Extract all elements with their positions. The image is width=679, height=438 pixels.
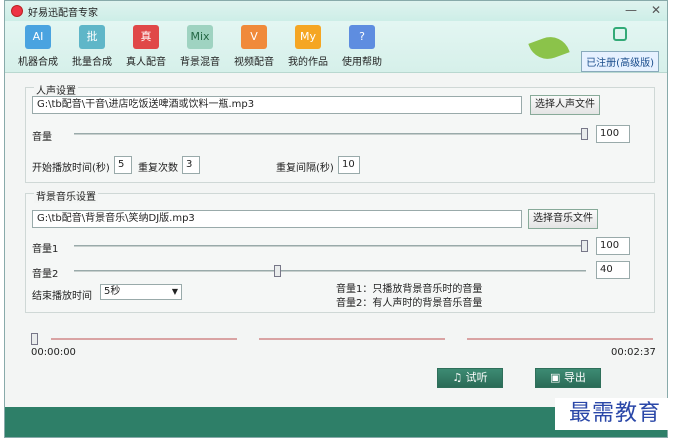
preview-label: 试听	[465, 371, 488, 384]
voice-file-path[interactable]: G:\tb配音\干音\进店吃饭送啤酒或饮料一瓶.mp3	[32, 96, 522, 114]
repeat-count-input[interactable]: 3	[182, 156, 200, 174]
bgm-volume2-label: 音量2	[32, 269, 59, 280]
tool-label: 机器合成	[18, 57, 58, 68]
timeline-segment	[467, 338, 653, 340]
main-toolbar: AI 机器合成 批 批量合成 真 真人配音 Mix 背景混音 V 视频配音 My…	[5, 21, 667, 73]
start-time-input[interactable]: 5	[114, 156, 132, 174]
mix-icon: Mix	[187, 25, 213, 49]
tool-label: 我的作品	[288, 57, 328, 68]
close-icon[interactable]: ✕	[651, 3, 661, 17]
title-bar: 好易迅配音专家 — ✕	[5, 1, 667, 21]
tool-batch-synthesis[interactable]: 批 批量合成	[67, 25, 117, 68]
end-time-value: 5秒	[104, 286, 121, 297]
end-time-select[interactable]: 5秒 ▼	[100, 284, 182, 300]
bgm-group-title: 背景音乐设置	[34, 188, 98, 203]
voice-volume-value[interactable]: 100	[596, 125, 630, 143]
tool-real-voice[interactable]: 真 真人配音	[121, 25, 171, 68]
tool-my-works[interactable]: My 我的作品	[283, 25, 333, 68]
voice-settings-group: 人声设置 G:\tb配音\干音\进店吃饭送啤酒或饮料一瓶.mp3 选择人声文件 …	[25, 82, 655, 183]
tool-background-mix[interactable]: Mix 背景混音	[175, 25, 225, 68]
tool-video-dubbing[interactable]: V 视频配音	[229, 25, 279, 68]
lock-icon	[613, 27, 627, 41]
my-works-icon: My	[295, 25, 321, 49]
registration-badge[interactable]: 已注册(高级版)	[581, 51, 659, 72]
export-label: 导出	[563, 371, 586, 384]
repeat-interval-input[interactable]: 10	[338, 156, 360, 174]
bgm-volume1-value[interactable]: 100	[596, 237, 630, 255]
chevron-down-icon: ▼	[171, 287, 178, 296]
app-window: 好易迅配音专家 — ✕ AI 机器合成 批 批量合成 真 真人配音 Mix 背景…	[4, 0, 668, 438]
video-icon: V	[241, 25, 267, 49]
voice-volume-track[interactable]	[74, 133, 586, 135]
start-time-label: 开始播放时间(秒)	[32, 163, 110, 174]
end-time-label: 结束播放时间	[32, 291, 92, 302]
repeat-interval-label: 重复间隔(秒)	[276, 163, 334, 174]
real-voice-icon: 真	[133, 25, 159, 49]
leaf-decoration-icon	[528, 31, 570, 65]
tool-machine-synthesis[interactable]: AI 机器合成	[13, 25, 63, 68]
timeline-thumb[interactable]	[31, 333, 38, 345]
tool-label: 背景混音	[180, 57, 220, 68]
tool-label: 使用帮助	[342, 57, 382, 68]
timeline-start-time: 00:00:00	[31, 347, 76, 358]
bgm-file-path[interactable]: G:\tb配音\背景音乐\笑纳DJ版.mp3	[32, 210, 522, 228]
bgm-volume2-track[interactable]	[74, 270, 586, 272]
voice-volume-thumb[interactable]	[581, 128, 588, 140]
choose-voice-file-button[interactable]: 选择人声文件	[530, 95, 600, 115]
export-button[interactable]: ▣ 导出	[535, 368, 601, 388]
voice-volume-label: 音量	[32, 132, 52, 143]
timeline-segment	[51, 338, 237, 340]
batch-icon: 批	[79, 25, 105, 49]
tool-label: 真人配音	[126, 57, 166, 68]
repeat-count-label: 重复次数	[138, 163, 178, 174]
window-controls: — ✕	[625, 3, 661, 17]
headphones-icon: ♫	[452, 371, 466, 384]
volume2-note: 音量2：有人声时的背景音乐音量	[336, 298, 483, 309]
tool-help[interactable]: ? 使用帮助	[337, 25, 387, 68]
timeline-end-time: 00:02:37	[611, 347, 656, 358]
export-icon: ▣	[550, 371, 564, 384]
help-icon: ?	[349, 25, 375, 49]
volume1-note: 音量1：只播放背景音乐时的音量	[336, 284, 483, 295]
bgm-volume1-label: 音量1	[32, 244, 59, 255]
ai-icon: AI	[25, 25, 51, 49]
bgm-volume1-track[interactable]	[74, 245, 586, 247]
bgm-volume2-value[interactable]: 40	[596, 261, 630, 279]
choose-music-file-button[interactable]: 选择音乐文件	[528, 209, 598, 229]
app-logo-icon	[11, 5, 23, 17]
voice-group-title: 人声设置	[34, 82, 78, 97]
window-title: 好易迅配音专家	[28, 7, 98, 19]
site-watermark: 最需教育	[555, 398, 675, 430]
bgm-volume2-thumb[interactable]	[274, 265, 281, 277]
bgm-volume1-thumb[interactable]	[581, 240, 588, 252]
preview-button[interactable]: ♫ 试听	[437, 368, 503, 388]
bgm-settings-group: 背景音乐设置 G:\tb配音\背景音乐\笑纳DJ版.mp3 选择音乐文件 音量1…	[25, 188, 655, 313]
minimize-icon[interactable]: —	[625, 3, 637, 17]
tool-label: 批量合成	[72, 57, 112, 68]
tool-label: 视频配音	[234, 57, 274, 68]
timeline-segment	[259, 338, 445, 340]
